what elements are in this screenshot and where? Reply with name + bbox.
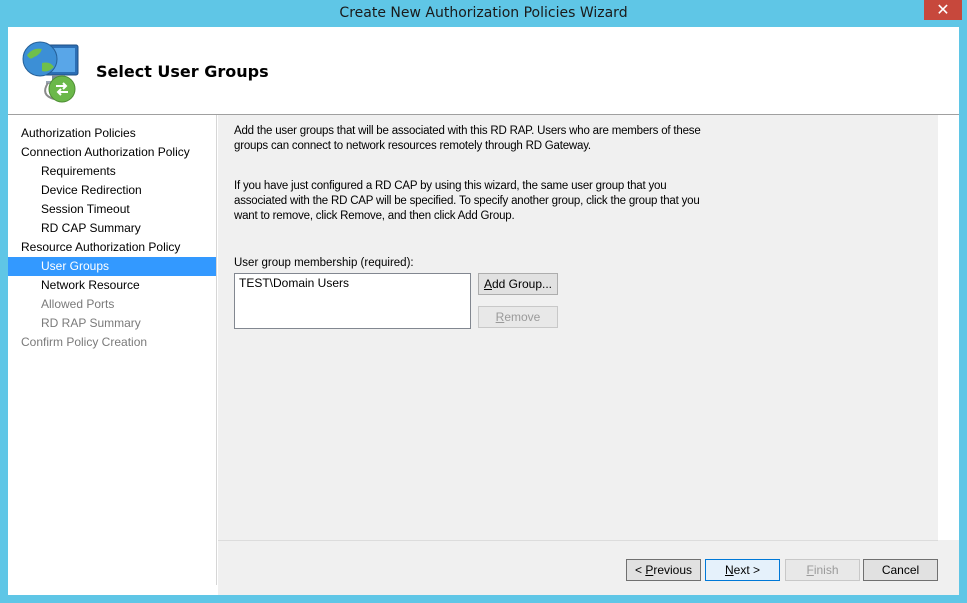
intro-text: Add the user groups that will be associa… [234,125,701,152]
next-mnemonic: N [724,563,734,577]
user-group-label: User group membership (required): [234,257,414,269]
page-title: Select User Groups [96,62,269,81]
nav-step-network-resource[interactable]: Network Resource [8,276,216,295]
remove-label: Remove [496,310,541,324]
wizard-footer: < Previous Next > Finish Cancel [218,540,959,595]
next-label: Next > [725,563,760,577]
next-rest: ext > [733,563,761,577]
nav-step-connection-authorization-policy[interactable]: Connection Authorization Policy [8,143,216,162]
nav-step-rd-rap-summary: RD RAP Summary [41,316,141,330]
nav-step-device-redirection[interactable]: Device Redirection [8,181,216,200]
previous-prefix: < [634,563,646,577]
footer-divider [218,540,938,541]
content-panel: Add the user groups that will be associa… [218,115,938,540]
add-group-label: Add Group... [484,277,552,291]
close-button[interactable]: ✕ [924,0,962,20]
finish-mnemonic: F [806,563,814,577]
wizard-client-area: Select User Groups Authorization Policie… [8,27,959,595]
window-title: Create New Authorization Policies Wizard [339,5,628,21]
finish-rest: inish [813,563,839,577]
remote-desktop-gateway-icon [22,41,79,103]
right-margin [938,115,959,595]
finish-label: Finish [806,563,838,577]
nav-step-confirm-policy-creation: Confirm Policy Creation [21,335,148,349]
nav-step-authorization-policies[interactable]: Authorization Policies [8,124,216,143]
cancel-button[interactable]: Cancel [863,559,938,581]
nav-divider [216,115,217,585]
nav-step-user-groups[interactable]: User Groups [8,257,216,276]
nav-step-session-timeout[interactable]: Session Timeout [8,200,216,219]
remove-mnemonic: R [495,310,505,324]
add-group-mnemonic: A [483,277,492,291]
previous-rest: revious [653,563,693,577]
remove-rest: emove [504,310,541,324]
nav-step-requirements[interactable]: Requirements [8,162,216,181]
previous-label: < Previous [635,563,692,577]
wizard-header: Select User Groups [8,27,959,114]
next-button[interactable]: Next > [705,559,780,581]
add-group-rest: dd Group... [491,277,553,291]
nav-step-allowed-ports: Allowed Ports [41,297,115,311]
user-group-listbox[interactable]: TEST\Domain Users [234,273,471,329]
nav-step-resource-authorization-policy[interactable]: Resource Authorization Policy [8,238,216,257]
previous-button[interactable]: < Previous [626,559,701,581]
close-icon: ✕ [936,2,950,19]
nav-bottom-margin [8,585,218,595]
list-item[interactable]: TEST\Domain Users [239,276,466,290]
add-group-button[interactable]: Add Group... [478,273,558,295]
wizard-window: Create New Authorization Policies Wizard… [0,0,967,603]
remove-button[interactable]: Remove [478,306,558,328]
rdcap-note-text: If you have just configured a RD CAP by … [234,180,700,222]
finish-button[interactable]: Finish [785,559,860,581]
nav-step-rd-cap-summary[interactable]: RD CAP Summary [8,219,216,238]
wizard-steps-nav: Authorization Policies Connection Authori… [8,115,216,585]
title-bar[interactable]: Create New Authorization Policies Wizard… [0,0,967,27]
